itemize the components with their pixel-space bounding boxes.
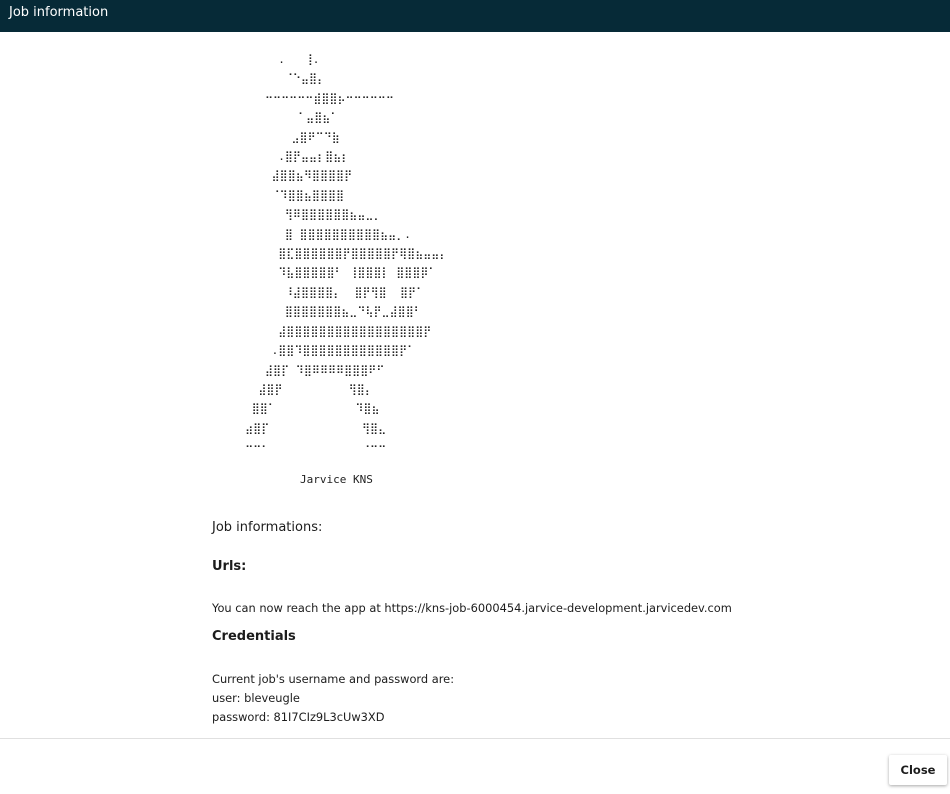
dialog-title: Job information bbox=[9, 5, 109, 20]
credentials-intro: Current job's username and password are: bbox=[212, 672, 455, 686]
app-url-text: You can now reach the app at https://kns… bbox=[212, 601, 732, 615]
urls-heading: Urls: bbox=[212, 559, 247, 574]
ascii-art-caption: Jarvice KNS bbox=[300, 473, 373, 486]
dialog-footer: Close bbox=[0, 738, 950, 794]
username-line: user: bleveugle bbox=[212, 691, 300, 705]
ascii-art-logo: . ⢸. ⠈⠑⣤⣿⡄ ⠒⠒⠒⠒⠒⠒⣾⣿⣿⡦⠒⠒⠒⠒⠒⠒ ⠁⣤⣿⣦⠁ ⣠⣿⠟⠉⠙⣷… bbox=[245, 53, 448, 455]
close-button[interactable]: Close bbox=[889, 755, 947, 785]
password-line: password: 81I7CIz9L3cUw3XD bbox=[212, 710, 385, 724]
job-info-content: . ⢸. ⠈⠑⣤⣿⡄ ⠒⠒⠒⠒⠒⠒⣾⣿⣿⡦⠒⠒⠒⠒⠒⠒ ⠁⣤⣿⣦⠁ ⣠⣿⠟⠉⠙⣷… bbox=[0, 32, 950, 738]
dialog-title-bar: Job information bbox=[0, 0, 950, 32]
job-informations-label: Job informations: bbox=[212, 520, 323, 535]
credentials-heading: Credentials bbox=[212, 629, 296, 644]
